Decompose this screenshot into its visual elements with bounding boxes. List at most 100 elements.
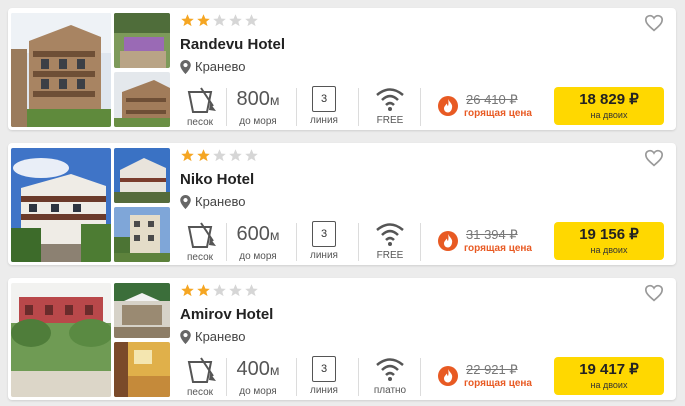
divider	[420, 88, 421, 126]
hotel-photo-thumb[interactable]	[114, 207, 170, 262]
star-filled-icon	[181, 149, 194, 162]
wifi-icon	[376, 223, 404, 246]
sand-bucket-icon	[187, 222, 216, 248]
price-value: 19 417 ₽	[579, 361, 639, 378]
line-number: 3	[312, 356, 336, 382]
hotel-photo-main[interactable]	[11, 283, 111, 397]
hotel-card[interactable]: Niko Hotel Кранево песок 600м до моря 3 …	[8, 143, 676, 265]
line-number: 3	[312, 86, 336, 112]
beach-type: песок	[180, 221, 220, 263]
price-value: 18 829 ₽	[579, 91, 639, 108]
hotel-photo-main[interactable]	[11, 13, 111, 127]
star-empty-icon	[229, 284, 242, 297]
beach-type: песок	[180, 356, 220, 398]
hotel-name[interactable]: Niko Hotel	[180, 171, 254, 188]
location-text: Кранево	[195, 59, 246, 74]
divider	[358, 223, 359, 261]
divider	[226, 223, 227, 261]
hotel-name[interactable]: Amirov Hotel	[180, 306, 273, 323]
hotel-photo-thumb[interactable]	[114, 72, 170, 127]
divider	[296, 358, 297, 396]
location-pin-icon	[180, 59, 191, 74]
star-empty-icon	[213, 14, 226, 27]
sand-bucket-icon	[187, 357, 216, 383]
divider	[226, 358, 227, 396]
wifi-info: FREE	[370, 86, 410, 126]
distance-label: до моря	[239, 116, 277, 127]
divider	[296, 88, 297, 126]
line-label: линия	[310, 250, 338, 261]
beach-type-label: песок	[186, 387, 214, 398]
wifi-label: платно	[373, 385, 407, 396]
divider	[358, 358, 359, 396]
old-price: 31 394 ₽	[466, 227, 518, 242]
hotel-location: Кранево	[180, 194, 245, 209]
favorite-heart-icon[interactable]	[644, 284, 664, 302]
star-filled-icon	[197, 149, 210, 162]
hotel-photo-main[interactable]	[11, 148, 111, 262]
star-filled-icon	[197, 284, 210, 297]
hotel-photo-thumb[interactable]	[114, 148, 170, 203]
wifi-icon	[376, 88, 404, 111]
beach-line: 3 линия	[306, 356, 342, 396]
star-filled-icon	[181, 14, 194, 27]
star-rating	[180, 283, 259, 298]
hot-price-label: горящая цена	[464, 108, 532, 119]
star-empty-icon	[245, 284, 258, 297]
distance-value: 600м	[236, 223, 280, 245]
distance-label: до моря	[239, 386, 277, 397]
price-value: 19 156 ₽	[579, 226, 639, 243]
hotel-photo-thumb[interactable]	[114, 342, 170, 397]
fire-icon	[438, 231, 458, 251]
hotel-location: Кранево	[180, 59, 245, 74]
location-pin-icon	[180, 194, 191, 209]
beach-line: 3 линия	[306, 221, 342, 261]
divider	[358, 88, 359, 126]
divider	[420, 223, 421, 261]
hotel-name[interactable]: Randevu Hotel	[180, 36, 285, 53]
hotel-photo-thumb[interactable]	[114, 283, 170, 338]
hotel-card[interactable]: Amirov Hotel Кранево песок 400м до моря …	[8, 278, 676, 400]
distance-to-sea: 800м до моря	[232, 86, 284, 127]
location-text: Кранево	[195, 194, 246, 209]
hotel-card[interactable]: Randevu Hotel Кранево песок 800м до моря…	[8, 8, 676, 130]
line-number: 3	[312, 221, 336, 247]
hotel-photo-thumb[interactable]	[114, 13, 170, 68]
sand-bucket-icon	[187, 87, 216, 113]
wifi-info: платно	[370, 356, 410, 396]
star-empty-icon	[245, 149, 258, 162]
old-price: 26 410 ₽	[466, 92, 518, 107]
favorite-heart-icon[interactable]	[644, 149, 664, 167]
distance-label: до моря	[239, 251, 277, 262]
price-subtitle: на двоих	[590, 110, 628, 120]
star-empty-icon	[229, 14, 242, 27]
distance-to-sea: 400м до моря	[232, 356, 284, 397]
line-label: линия	[310, 385, 338, 396]
price-button[interactable]: 19 417 ₽ на двоих	[554, 357, 664, 395]
divider	[420, 358, 421, 396]
location-text: Кранево	[195, 329, 246, 344]
star-rating	[180, 148, 259, 163]
location-pin-icon	[180, 329, 191, 344]
beach-type-label: песок	[186, 117, 214, 128]
line-label: линия	[310, 115, 338, 126]
divider	[296, 223, 297, 261]
wifi-icon	[376, 358, 404, 381]
hot-price-label: горящая цена	[464, 378, 532, 389]
hot-price-label: горящая цена	[464, 243, 532, 254]
fire-icon	[438, 366, 458, 386]
hotel-location: Кранево	[180, 329, 245, 344]
distance-to-sea: 600м до моря	[232, 221, 284, 262]
star-filled-icon	[197, 14, 210, 27]
star-filled-icon	[181, 284, 194, 297]
price-subtitle: на двоих	[590, 245, 628, 255]
wifi-label: FREE	[376, 115, 404, 126]
price-button[interactable]: 19 156 ₽ на двоих	[554, 222, 664, 260]
star-empty-icon	[245, 14, 258, 27]
fire-icon	[438, 96, 458, 116]
price-button[interactable]: 18 829 ₽ на двоих	[554, 87, 664, 125]
beach-line: 3 линия	[306, 86, 342, 126]
favorite-heart-icon[interactable]	[644, 14, 664, 32]
beach-type-label: песок	[186, 252, 214, 263]
price-subtitle: на двоих	[590, 380, 628, 390]
